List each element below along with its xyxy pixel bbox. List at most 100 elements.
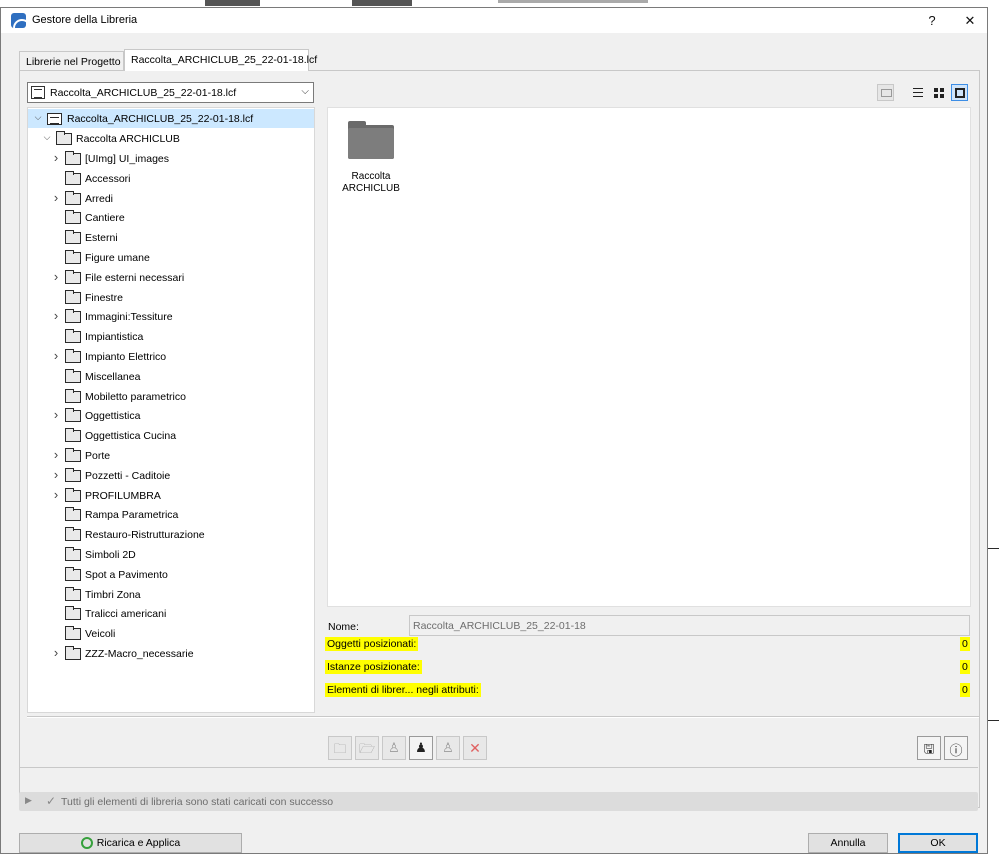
tree-folder-item[interactable]: › File esterni necessari xyxy=(28,268,314,287)
placed-objects-button[interactable]: ♟ xyxy=(409,736,433,760)
library-manager-dialog: Gestore della Libreria ? ✕ Librerie nel … xyxy=(0,7,988,854)
tree-item-label: Timbri Zona xyxy=(85,588,141,601)
background-drawing xyxy=(988,720,999,721)
grid-view-icon xyxy=(934,88,944,98)
folder-icon xyxy=(65,646,81,660)
tree-folder-item[interactable]: › Porte xyxy=(28,446,314,465)
chevron-right-icon[interactable]: › xyxy=(51,150,61,165)
chevron-right-icon[interactable]: › xyxy=(51,308,61,323)
tree-folder-item[interactable]: › Impianto Elettrico xyxy=(28,347,314,366)
help-button[interactable]: ? xyxy=(915,8,949,33)
tree-folder-item[interactable]: Oggettistica Cucina xyxy=(28,426,314,445)
object-settings-button[interactable]: ♙ xyxy=(382,736,406,760)
tree-folder-item[interactable]: Cantiere xyxy=(28,208,314,227)
placed-objects-value: 0 xyxy=(960,637,970,651)
library-content-view[interactable]: Raccolta ARCHICLUB xyxy=(327,107,971,607)
tree-folder-item[interactable]: › Arredi xyxy=(28,189,314,208)
import-folder-button[interactable]: 🗁 xyxy=(355,736,379,760)
status-message: Tutti gli elementi di libreria sono stat… xyxy=(61,796,334,808)
chevron-right-icon[interactable]: › xyxy=(51,467,61,482)
chevron-down-icon[interactable]: ⌵ xyxy=(42,132,52,143)
background-drawing xyxy=(205,0,260,6)
chevron-right-icon[interactable]: › xyxy=(51,645,61,660)
tree-folder-item[interactable]: Figure umane xyxy=(28,248,314,267)
tree-item-label: Oggettistica Cucina xyxy=(85,430,177,443)
chevron-right-icon[interactable]: › xyxy=(51,269,61,284)
background-drawing xyxy=(0,854,999,861)
placed-objects-icon: ♟ xyxy=(415,740,427,755)
chevron-right-icon[interactable]: › xyxy=(51,190,61,205)
folder-icon xyxy=(65,428,81,443)
cancel-button[interactable]: Annulla xyxy=(808,833,888,853)
folder-icon xyxy=(65,408,81,423)
tree-item-label: Porte xyxy=(85,450,111,462)
tree-folder-item[interactable]: › [UImg] UI_images xyxy=(28,149,314,168)
tree-folder-item[interactable]: Tralicci americani xyxy=(28,604,314,623)
tree-item-label: Finestre xyxy=(85,291,123,304)
chevron-right-icon[interactable]: › xyxy=(51,407,61,422)
tree-folder-item[interactable]: Miscellanea xyxy=(28,367,314,386)
tree-folder-item[interactable]: › ZZZ-Macro_necessarie xyxy=(28,644,314,663)
tree-folder-item[interactable]: Rampa Parametrica xyxy=(28,505,314,524)
folder-up-icon xyxy=(881,89,892,97)
tree-folder-item[interactable]: Spot a Pavimento xyxy=(28,565,314,584)
folder-icon xyxy=(65,170,81,185)
folder-icon[interactable] xyxy=(348,121,394,159)
tree-folder-item[interactable]: Impiantistica xyxy=(28,327,314,346)
background-drawing xyxy=(498,0,648,3)
folder-icon xyxy=(65,487,81,502)
close-button[interactable]: ✕ xyxy=(953,8,987,33)
tree-item-label: Figure umane xyxy=(85,252,150,264)
object-edit-button[interactable]: ♙ xyxy=(436,736,460,760)
tree-folder-item[interactable]: Mobiletto parametrico xyxy=(28,387,314,406)
chevron-right-icon[interactable]: ▶ xyxy=(25,795,32,806)
folder-icon xyxy=(65,606,81,621)
chevron-right-icon[interactable]: › xyxy=(51,348,61,363)
delete-button[interactable]: ✕ xyxy=(463,736,487,760)
tree-folder-item[interactable]: Veicoli xyxy=(28,624,314,643)
import-folder-icon: 🗁 xyxy=(358,741,376,756)
large-icon-view-button[interactable] xyxy=(951,84,968,101)
tree-item-label: Spot a Pavimento xyxy=(85,568,168,581)
chevron-right-icon[interactable]: › xyxy=(51,487,61,502)
tab-project-libraries[interactable]: Librerie nel Progetto xyxy=(19,51,124,70)
ok-button[interactable]: OK xyxy=(898,833,978,853)
chevron-right-icon[interactable]: › xyxy=(51,447,61,462)
reload-icon: ⟳ xyxy=(80,837,93,849)
tree-folder-item[interactable]: › Pozzetti - Caditoie xyxy=(28,466,314,485)
attribute-elements-value: 0 xyxy=(960,683,970,697)
background-drawing xyxy=(988,548,999,549)
content-folder-label[interactable]: Raccolta ARCHICLUB xyxy=(333,171,409,195)
tree-item-label: Impianto Elettrico xyxy=(85,351,167,363)
status-bar[interactable]: ▶ ✓ Tutti gli elementi di libreria sono … xyxy=(19,792,978,811)
tree-folder-item[interactable]: Esterni xyxy=(28,228,314,247)
tree-item-label: Cantiere xyxy=(85,212,125,225)
tree-folder-item[interactable]: › Immagini:Tessiture xyxy=(28,307,314,326)
tree-root-item[interactable]: ⌵ Raccolta_ARCHICLUB_25_22-01-18.lcf xyxy=(28,109,314,128)
save-button[interactable]: 🖫 xyxy=(917,736,941,760)
folder-up-button[interactable] xyxy=(877,84,894,101)
tab-library-container[interactable]: Raccolta_ARCHICLUB_25_22-01-18.lcf xyxy=(124,49,317,71)
tree-item-label: Veicoli xyxy=(85,628,116,641)
tree-item-label: ZZZ-Macro_necessarie xyxy=(85,648,194,660)
tree-folder-item[interactable]: › PROFILUMBRA xyxy=(28,486,314,505)
tree-folder-item[interactable]: Restauro-Ristrutturazione xyxy=(28,525,314,544)
tree-folder-item[interactable]: Timbri Zona xyxy=(28,585,314,604)
reload-apply-button[interactable]: ⟳Ricarica e Applica xyxy=(19,833,242,853)
new-folder-button[interactable]: 🗀 xyxy=(328,736,352,760)
list-view-button[interactable] xyxy=(909,84,926,101)
tree-folder-item[interactable]: Finestre xyxy=(28,288,314,307)
library-tree[interactable]: ⌵ Raccolta_ARCHICLUB_25_22-01-18.lcf ⌵ R… xyxy=(27,107,315,713)
tree-folder-item[interactable]: › Oggettistica xyxy=(28,406,314,425)
tree-folder-item[interactable]: ⌵ Raccolta ARCHICLUB xyxy=(28,129,314,148)
tree-folder-item[interactable]: Accessori xyxy=(28,169,314,188)
tree-item-label: File esterni necessari xyxy=(85,271,185,284)
info-button[interactable]: ⓘ xyxy=(944,736,968,760)
grid-view-button[interactable] xyxy=(930,84,947,101)
tree-folder-item[interactable]: Simboli 2D xyxy=(28,545,314,564)
library-select-value: Raccolta_ARCHICLUB_25_22-01-18.lcf xyxy=(50,87,237,99)
folder-icon xyxy=(65,349,81,363)
library-select[interactable]: Raccolta_ARCHICLUB_25_22-01-18.lcf ⌵ xyxy=(27,82,314,103)
chevron-down-icon[interactable]: ⌵ xyxy=(33,112,43,123)
folder-icon xyxy=(65,269,81,284)
